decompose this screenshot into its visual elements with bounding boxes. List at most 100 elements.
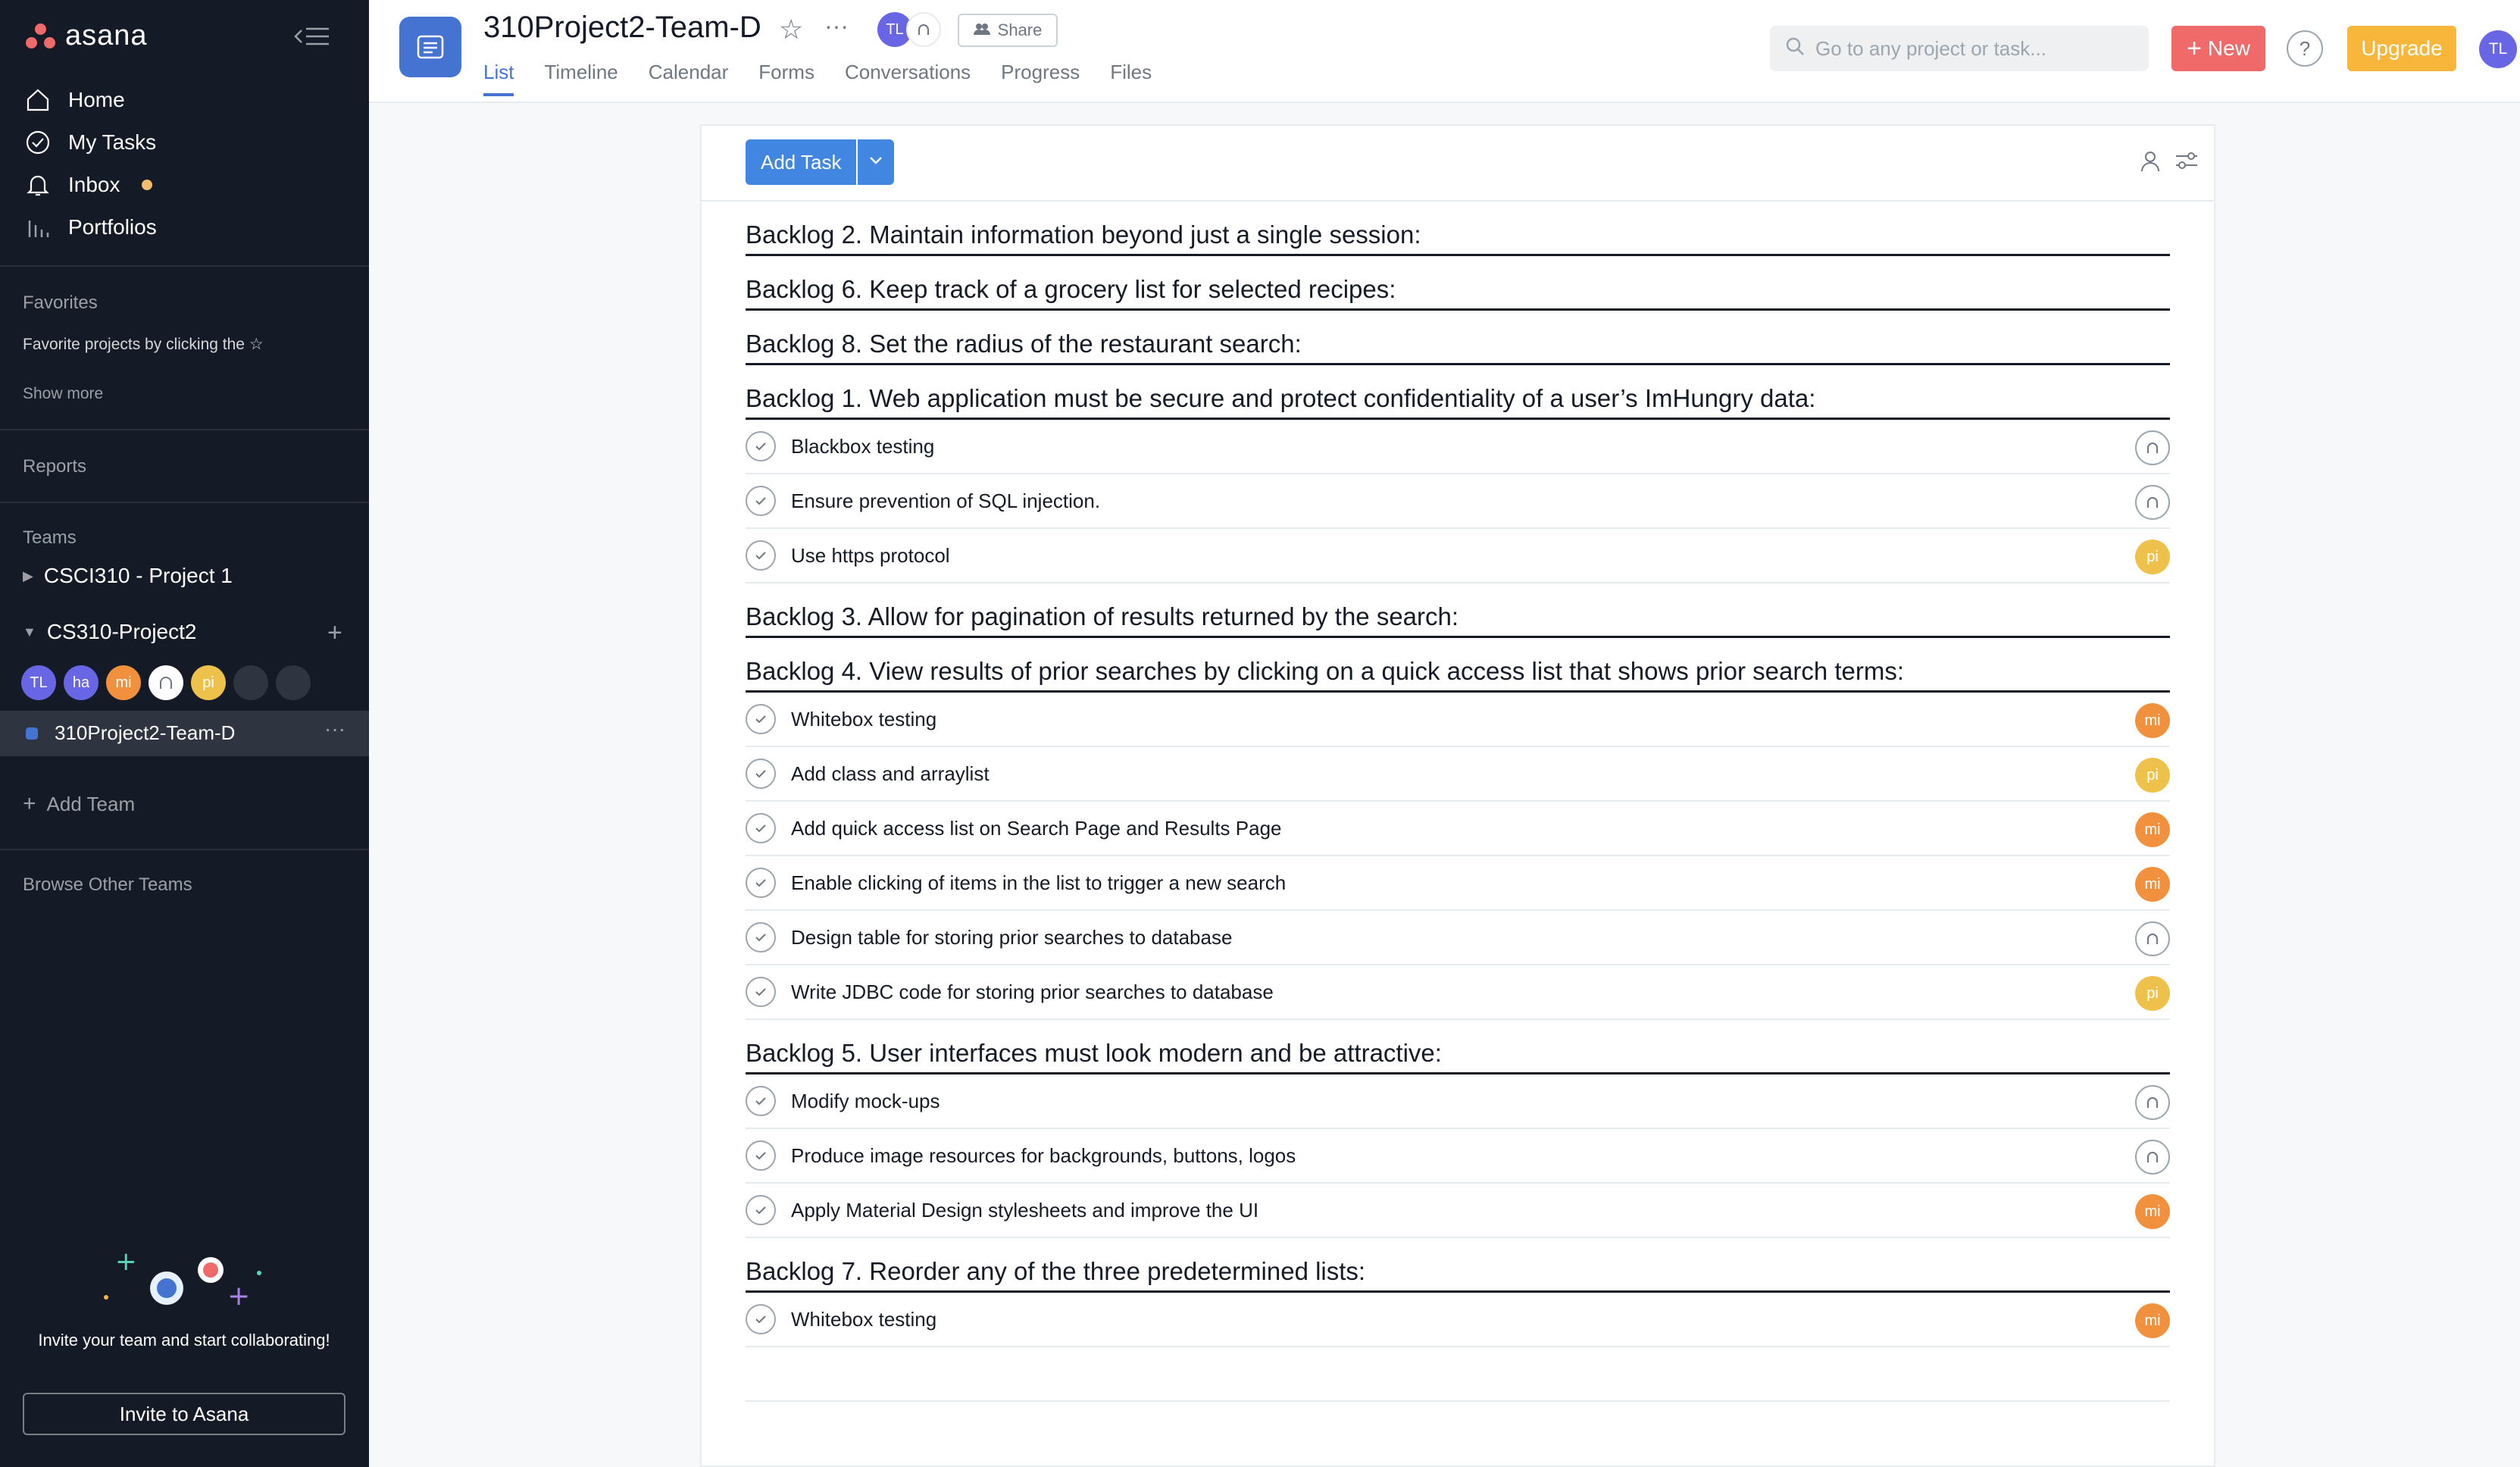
complete-checkbox-icon[interactable] xyxy=(746,868,776,898)
section-header[interactable]: Backlog 4. View results of prior searche… xyxy=(746,638,2170,693)
task-name[interactable]: Enable clicking of items in the list to … xyxy=(791,871,1286,895)
project-list-icon[interactable] xyxy=(399,17,461,77)
complete-checkbox-icon[interactable] xyxy=(746,431,776,461)
task-row[interactable]: Produce image resources for backgrounds,… xyxy=(746,1129,2170,1184)
tab-files[interactable]: Files xyxy=(1110,61,1152,96)
avatar[interactable] xyxy=(149,665,183,700)
tab-forms[interactable]: Forms xyxy=(758,61,814,96)
unassigned-avatar-icon[interactable] xyxy=(2135,485,2170,520)
unassigned-avatar-icon[interactable] xyxy=(2135,1140,2170,1175)
user-avatar[interactable]: TL xyxy=(2479,30,2517,68)
page-title[interactable]: 310Project2-Team-D xyxy=(483,11,761,45)
team-csci310-project1[interactable]: ▶ CSCI310 - Project 1 xyxy=(23,564,233,588)
avatar-placeholder[interactable] xyxy=(233,665,268,700)
collapse-sidebar-icon[interactable] xyxy=(291,21,333,52)
search-input[interactable]: Go to any project or task... xyxy=(1770,26,2149,71)
assignee-avatar[interactable]: mi xyxy=(2135,703,2170,738)
avatar[interactable]: mi xyxy=(106,665,141,700)
share-button[interactable]: Share xyxy=(958,14,1058,47)
assignee-avatar[interactable]: mi xyxy=(2135,1194,2170,1229)
complete-checkbox-icon[interactable] xyxy=(746,1086,776,1116)
star-icon[interactable]: ☆ xyxy=(779,14,803,45)
task-name[interactable]: Modify mock-ups xyxy=(791,1090,940,1113)
task-name[interactable]: Ensure prevention of SQL injection. xyxy=(791,490,1100,513)
unassigned-avatar-icon[interactable] xyxy=(2135,1085,2170,1120)
section-header[interactable]: Backlog 5. User interfaces must look mod… xyxy=(746,1020,2170,1074)
more-options-icon[interactable]: ··· xyxy=(824,12,849,40)
complete-checkbox-icon[interactable] xyxy=(746,1195,776,1225)
avatar[interactable]: ha xyxy=(64,665,98,700)
task-row[interactable]: Modify mock-ups xyxy=(746,1074,2170,1129)
task-name[interactable]: Design table for storing prior searches … xyxy=(791,926,1232,949)
task-name[interactable]: Add quick access list on Search Page and… xyxy=(791,817,1282,840)
task-name[interactable]: Whitebox testing xyxy=(791,708,936,731)
add-task-dropdown[interactable] xyxy=(858,139,895,185)
team-cs310-project2[interactable]: ▼ CS310-Project2 xyxy=(23,620,196,644)
more-options-icon[interactable]: ··· xyxy=(324,717,345,741)
unassigned-avatar-icon[interactable] xyxy=(2135,921,2170,956)
filter-icon[interactable] xyxy=(2175,150,2199,175)
task-name[interactable]: Write JDBC code for storing prior search… xyxy=(791,981,1274,1004)
member-avatar[interactable] xyxy=(906,12,941,47)
tab-progress[interactable]: Progress xyxy=(1001,61,1080,96)
task-row[interactable]: Use https protocol pi xyxy=(746,529,2170,583)
nav-inbox[interactable]: Inbox xyxy=(23,170,152,200)
complete-checkbox-icon[interactable] xyxy=(746,486,776,516)
section-header[interactable]: Backlog 7. Reorder any of the three pred… xyxy=(746,1238,2170,1293)
section-header[interactable]: Backlog 6. Keep track of a grocery list … xyxy=(746,256,2170,311)
section-header[interactable]: Backlog 2. Maintain information beyond j… xyxy=(746,202,2170,256)
asana-logo[interactable]: asana xyxy=(26,20,148,52)
browse-teams-link[interactable]: Browse Other Teams xyxy=(23,874,192,896)
nav-portfolios[interactable]: Portfolios xyxy=(23,212,157,242)
complete-checkbox-icon[interactable] xyxy=(746,540,776,571)
task-row[interactable]: Blackbox testing xyxy=(746,420,2170,474)
add-team-button[interactable]: + Add Team xyxy=(23,791,135,817)
task-name[interactable]: Use https protocol xyxy=(791,544,950,568)
complete-checkbox-icon[interactable] xyxy=(746,922,776,952)
task-row[interactable]: Design table for storing prior searches … xyxy=(746,911,2170,965)
assignee-avatar[interactable]: pi xyxy=(2135,758,2170,793)
task-row[interactable]: Add class and arraylist pi xyxy=(746,747,2170,802)
upgrade-button[interactable]: Upgrade xyxy=(2347,26,2456,71)
assignee-avatar[interactable]: mi xyxy=(2135,812,2170,847)
task-name[interactable]: Produce image resources for backgrounds,… xyxy=(791,1144,1296,1168)
task-row[interactable]: Write JDBC code for storing prior search… xyxy=(746,965,2170,1020)
complete-checkbox-icon[interactable] xyxy=(746,704,776,734)
task-name[interactable]: Blackbox testing xyxy=(791,435,934,458)
nav-my-tasks[interactable]: My Tasks xyxy=(23,127,156,158)
assignee-avatar[interactable]: mi xyxy=(2135,1303,2170,1338)
complete-checkbox-icon[interactable] xyxy=(746,977,776,1007)
complete-checkbox-icon[interactable] xyxy=(746,1140,776,1171)
tab-timeline[interactable]: Timeline xyxy=(544,61,617,96)
nav-home[interactable]: Home xyxy=(23,85,125,115)
invite-button[interactable]: Invite to Asana xyxy=(23,1393,345,1435)
assignee-avatar[interactable]: mi xyxy=(2135,867,2170,902)
section-header[interactable]: Backlog 8. Set the radius of the restaur… xyxy=(746,311,2170,365)
complete-checkbox-icon[interactable] xyxy=(746,759,776,789)
complete-checkbox-icon[interactable] xyxy=(746,813,776,843)
task-row[interactable]: Whitebox testing mi xyxy=(746,1293,2170,1347)
tab-calendar[interactable]: Calendar xyxy=(649,61,729,96)
add-project-icon[interactable]: + xyxy=(327,618,342,648)
avatar-placeholder[interactable] xyxy=(276,665,311,700)
reports-link[interactable]: Reports xyxy=(23,456,86,477)
task-row[interactable]: Enable clicking of items in the list to … xyxy=(746,856,2170,911)
sidebar-project-item[interactable]: 310Project2-Team-D ··· xyxy=(0,711,369,756)
add-task-button[interactable]: Add Task xyxy=(746,139,857,185)
avatar[interactable]: TL xyxy=(21,665,56,700)
task-row[interactable]: Add quick access list on Search Page and… xyxy=(746,802,2170,856)
task-row[interactable]: Apply Material Design stylesheets and im… xyxy=(746,1184,2170,1238)
task-name[interactable]: Whitebox testing xyxy=(791,1308,936,1331)
help-button[interactable]: ? xyxy=(2287,30,2323,67)
tab-list[interactable]: List xyxy=(483,61,514,96)
complete-checkbox-icon[interactable] xyxy=(746,1304,776,1334)
task-name[interactable]: Apply Material Design stylesheets and im… xyxy=(791,1199,1258,1222)
show-more-link[interactable]: Show more xyxy=(23,385,103,403)
unassigned-avatar-icon[interactable] xyxy=(2135,430,2170,465)
task-name[interactable]: Add class and arraylist xyxy=(791,762,990,786)
tab-conversations[interactable]: Conversations xyxy=(845,61,971,96)
new-button[interactable]: + New xyxy=(2171,26,2265,71)
task-row[interactable]: Whitebox testing mi xyxy=(746,693,2170,747)
section-header[interactable]: Backlog 1. Web application must be secur… xyxy=(746,365,2170,420)
assignee-avatar[interactable]: pi xyxy=(2135,976,2170,1011)
